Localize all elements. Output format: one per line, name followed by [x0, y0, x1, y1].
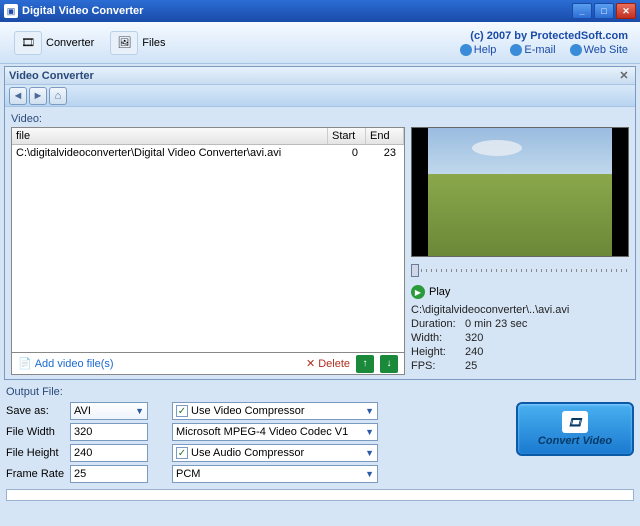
delete-button[interactable]: ✕Delete: [306, 357, 350, 370]
add-icon: 📄: [18, 357, 32, 370]
website-icon: [570, 44, 582, 56]
main-toolbar: 🎞 Converter 🖼 Files (c) 2007 by Protecte…: [0, 22, 640, 64]
table-row[interactable]: C:\digitalvideoconverter\Digital Video C…: [12, 145, 404, 161]
converter-label: Converter: [46, 37, 94, 49]
website-link[interactable]: Web Site: [570, 44, 628, 56]
slider-thumb[interactable]: [411, 264, 419, 277]
filewidth-label: File Width: [6, 426, 66, 438]
copyright-text: (c) 2007 by ProtectedSoft.com: [470, 30, 628, 42]
files-button[interactable]: 🖼 Files: [102, 29, 173, 57]
files-icon: 🖼: [110, 31, 138, 55]
add-file-button[interactable]: 📄Add video file(s): [18, 357, 114, 370]
cell-end: 23: [366, 145, 404, 161]
chevron-down-icon: ▼: [365, 427, 374, 437]
email-icon: [510, 44, 522, 56]
nav-home-button[interactable]: ⌂: [49, 87, 67, 105]
delete-icon: ✕: [306, 357, 315, 370]
col-end[interactable]: End: [366, 128, 404, 144]
panel-header: Video Converter ✕: [5, 67, 635, 85]
move-up-button[interactable]: ↑: [356, 355, 374, 373]
minimize-button[interactable]: _: [572, 3, 592, 19]
email-link[interactable]: E-mail: [510, 44, 555, 56]
video-label: Video:: [11, 113, 629, 125]
play-icon: ▶: [411, 285, 425, 299]
use-audio-compressor-check[interactable]: ✓Use Audio Compressor▼: [172, 444, 378, 462]
checkbox-icon: ✓: [176, 405, 188, 417]
move-down-button[interactable]: ↓: [380, 355, 398, 373]
app-icon: ▣: [4, 4, 18, 18]
panel-title: Video Converter: [9, 70, 94, 82]
fileheight-input[interactable]: [70, 444, 148, 462]
checkbox-icon: ✓: [176, 447, 188, 459]
window-title: Digital Video Converter: [22, 5, 572, 17]
audio-codec-select[interactable]: PCM▼: [172, 465, 378, 483]
cell-start: 0: [328, 145, 366, 161]
saveas-select[interactable]: AVI▼: [70, 402, 148, 420]
seek-slider[interactable]: [411, 261, 629, 279]
output-file-label: Output File:: [6, 386, 634, 398]
close-button[interactable]: ✕: [616, 3, 636, 19]
cell-file: C:\digitalvideoconverter\Digital Video C…: [12, 145, 328, 161]
converter-button[interactable]: 🎞 Converter: [6, 29, 102, 57]
use-video-compressor-check[interactable]: ✓Use Video Compressor▼: [172, 402, 378, 420]
table-footer: 📄Add video file(s) ✕Delete ↑ ↓: [11, 353, 405, 375]
convert-video-button[interactable]: 🎞 Convert Video: [516, 402, 634, 456]
nav-back-button[interactable]: ◄: [9, 87, 27, 105]
files-label: Files: [142, 37, 165, 49]
fileheight-label: File Height: [6, 447, 66, 459]
video-metadata: C:\digitalvideoconverter\..\avi.avi Dura…: [411, 303, 629, 373]
title-bar: ▣ Digital Video Converter _ □ ✕: [0, 0, 640, 22]
help-link[interactable]: Help: [460, 44, 497, 56]
chevron-down-icon: ▼: [365, 448, 374, 458]
play-button[interactable]: ▶ Play: [411, 285, 629, 299]
progress-bar: [6, 489, 634, 501]
chevron-down-icon: ▼: [365, 406, 374, 416]
file-table[interactable]: file Start End C:\digitalvideoconverter\…: [11, 127, 405, 353]
video-codec-select[interactable]: Microsoft MPEG-4 Video Codec V1▼: [172, 423, 378, 441]
panel-navbar: ◄ ► ⌂: [5, 85, 635, 107]
chevron-down-icon: ▼: [365, 469, 374, 479]
nav-forward-button[interactable]: ►: [29, 87, 47, 105]
video-preview: [411, 127, 629, 257]
col-file[interactable]: file: [12, 128, 328, 144]
panel-close-button[interactable]: ✕: [617, 69, 631, 83]
filewidth-input[interactable]: [70, 423, 148, 441]
chevron-down-icon: ▼: [135, 406, 144, 416]
video-converter-panel: Video Converter ✕ ◄ ► ⌂ Video: file Star…: [4, 66, 636, 380]
framerate-label: Frame Rate: [6, 468, 66, 480]
converter-icon: 🎞: [14, 31, 42, 55]
convert-icon: 🎞: [562, 411, 588, 433]
maximize-button[interactable]: □: [594, 3, 614, 19]
meta-path: C:\digitalvideoconverter\..\avi.avi: [411, 303, 629, 317]
col-start[interactable]: Start: [328, 128, 366, 144]
saveas-label: Save as:: [6, 405, 66, 417]
framerate-input[interactable]: [70, 465, 148, 483]
help-icon: [460, 44, 472, 56]
